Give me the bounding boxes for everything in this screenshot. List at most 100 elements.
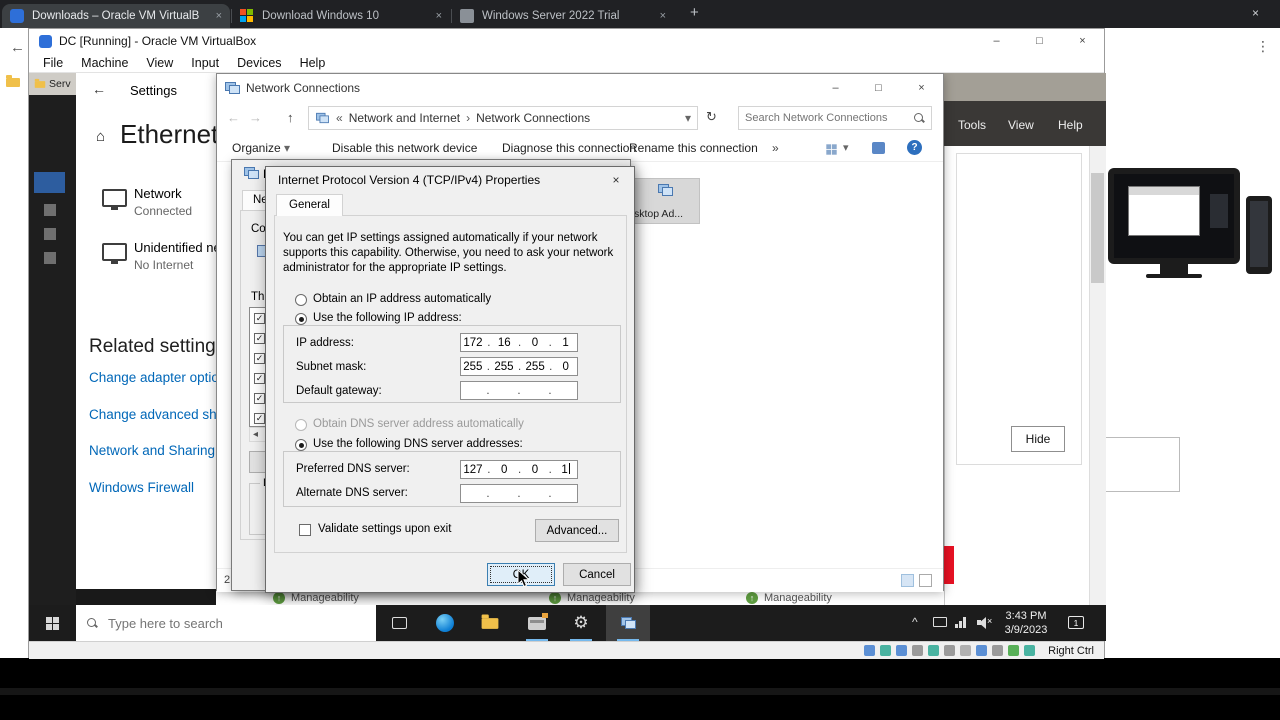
browser-tab-downloads[interactable]: Downloads – Oracle VM VirtualB × (2, 4, 230, 28)
radio-use-dns-label[interactable]: Use the following DNS server addresses: (313, 438, 523, 450)
view-dropdown-icon[interactable]: ▾ (843, 141, 849, 154)
diagnose-connection-button[interactable]: Diagnose this connection (502, 141, 636, 155)
manageability-tile[interactable]: ↑ Manageability (549, 592, 635, 604)
search-box[interactable] (738, 106, 932, 130)
checkbox-checked-icon[interactable]: ✓ (254, 312, 265, 324)
vbox-menu-help[interactable]: Help (291, 56, 335, 70)
preview-pane-icon[interactable] (872, 142, 885, 154)
refresh-icon[interactable]: ↻ (706, 109, 717, 125)
ip-address-field[interactable]: 172. 16. 0. 1 (460, 333, 578, 352)
tab-close-icon[interactable]: × (210, 10, 222, 22)
hide-button[interactable]: Hide (1011, 426, 1065, 452)
tray-network-icon[interactable] (955, 616, 969, 628)
browser-menu-icon[interactable]: ⋮ (1256, 38, 1270, 55)
radio-use-ip-label[interactable]: Use the following IP address: (313, 312, 462, 324)
vbox-audio-status-icon[interactable] (896, 645, 908, 656)
vbox-hdd-status-icon[interactable] (864, 645, 876, 656)
task-view-button[interactable] (377, 605, 421, 641)
view-tiles-icon[interactable] (826, 144, 837, 155)
address-box[interactable]: « Network and Internet › Network Connect… (308, 106, 698, 130)
tray-volume-muted-icon[interactable]: × (977, 616, 995, 629)
tab-close-icon[interactable]: × (654, 10, 666, 22)
checkbox-checked-icon[interactable]: ✓ (254, 332, 265, 344)
netconn-close-button[interactable]: × (900, 74, 943, 102)
vbox-menu-input[interactable]: Input (182, 56, 228, 70)
vbox-maximize-button[interactable]: □ (1018, 27, 1061, 55)
file-explorer-button[interactable] (468, 605, 512, 641)
scrollbar-thumb[interactable] (1091, 173, 1104, 283)
rename-connection-button[interactable]: Rename this connection (629, 141, 758, 155)
vbox-keyboard-status-icon[interactable] (1024, 645, 1036, 656)
vbox-menu-view[interactable]: View (137, 56, 182, 70)
vbox-menu-file[interactable]: File (34, 56, 72, 70)
taskbar-clock[interactable]: 3:43 PM 3/9/2023 (996, 609, 1056, 637)
taskbar-search-box[interactable] (76, 605, 376, 641)
radio-use-ip[interactable] (295, 313, 307, 325)
default-gateway-field[interactable]: ... (460, 381, 578, 400)
nav-forward-icon[interactable]: → (249, 110, 262, 125)
validate-checkbox-label[interactable]: Validate settings upon exit (318, 523, 451, 535)
vbox-sharedfolders-status-icon[interactable] (944, 645, 956, 656)
vbox-mouse-status-icon[interactable] (1008, 645, 1020, 656)
breadcrumb-network-connections[interactable]: Network Connections (476, 111, 590, 125)
vbox-menu-machine[interactable]: Machine (72, 56, 137, 70)
validate-checkbox[interactable] (299, 524, 311, 536)
browser-back-icon[interactable]: ← (10, 39, 25, 56)
notification-center-icon[interactable]: 1 (1068, 616, 1084, 629)
search-input[interactable] (745, 112, 913, 124)
link-windows-firewall[interactable]: Windows Firewall (89, 480, 194, 495)
vbox-features-status-icon[interactable] (992, 645, 1004, 656)
organize-button[interactable]: Organize ▾ (232, 141, 290, 155)
start-button[interactable] (29, 605, 75, 641)
browser-tab-windows10[interactable]: Download Windows 10 × (232, 4, 450, 28)
tabbar-close-icon[interactable]: × (1252, 6, 1259, 20)
vbox-network-status-icon[interactable] (912, 645, 924, 656)
nav-back-icon[interactable]: ← (227, 110, 240, 125)
netconn-minimize-button[interactable]: – (814, 74, 857, 102)
tray-expand-icon[interactable]: ^ (912, 615, 918, 629)
manageability-tile[interactable]: ↑ Manageability (273, 592, 359, 604)
vbox-display-status-icon[interactable] (960, 645, 972, 656)
taskbar-search-input[interactable] (108, 615, 366, 631)
subnet-mask-field[interactable]: 255. 255. 255. 0 (460, 357, 578, 376)
view-details-toggle[interactable] (919, 574, 932, 587)
server-manager-button[interactable] (515, 605, 559, 641)
disable-device-button[interactable]: Disable this network device (332, 141, 477, 155)
radio-obtain-ip[interactable] (295, 294, 307, 306)
vbox-close-button[interactable]: × (1061, 27, 1104, 55)
link-change-adapter-options[interactable]: Change adapter options (89, 370, 233, 385)
ipv4-close-button[interactable]: × (602, 169, 630, 191)
checkbox-checked-icon[interactable]: ✓ (254, 372, 265, 384)
adapter-tile[interactable]: sktop Ad... (630, 178, 700, 224)
checkbox-checked-icon[interactable]: ✓ (254, 392, 265, 404)
vbox-menu-devices[interactable]: Devices (228, 56, 290, 70)
vbox-recording-status-icon[interactable] (976, 645, 988, 656)
vbox-optical-status-icon[interactable] (880, 645, 892, 656)
new-tab-button[interactable]: + (690, 4, 699, 21)
browser-tab-server2022[interactable]: Windows Server 2022 Trial × (452, 4, 674, 28)
vbox-minimize-button[interactable]: – (975, 27, 1018, 55)
advanced-button[interactable]: Advanced... (535, 519, 619, 542)
edge-button[interactable] (423, 605, 467, 641)
preferred-dns-field[interactable]: 127. 0. 0. 1 (460, 460, 578, 479)
radio-use-dns[interactable] (295, 439, 307, 451)
checkbox-checked-icon[interactable]: ✓ (254, 352, 265, 364)
network-connections-taskbar-button[interactable] (606, 605, 650, 641)
scroll-left-icon[interactable]: ◂ (253, 429, 258, 440)
address-dropdown-icon[interactable]: ▾ (685, 111, 691, 125)
alternate-dns-field[interactable]: ... (460, 484, 578, 503)
vbox-usb-status-icon[interactable] (928, 645, 940, 656)
radio-obtain-ip-label[interactable]: Obtain an IP address automatically (313, 293, 491, 305)
help-icon[interactable]: ? (907, 140, 922, 155)
server-manager-menu-view[interactable]: View (1008, 118, 1034, 132)
cancel-button[interactable]: Cancel (563, 563, 631, 586)
manageability-tile[interactable]: ↑ Manageability (746, 592, 832, 604)
view-list-toggle[interactable] (901, 574, 914, 587)
server-manager-menu-tools[interactable]: Tools (958, 118, 986, 132)
settings-back-icon[interactable]: ← (92, 81, 106, 97)
tab-close-icon[interactable]: × (430, 10, 442, 22)
netconn-maximize-button[interactable]: □ (857, 74, 900, 102)
toolbar-more-icon[interactable]: » (772, 141, 779, 155)
tab-general[interactable]: General (276, 194, 343, 216)
nav-up-icon[interactable]: ↑ (287, 110, 294, 125)
